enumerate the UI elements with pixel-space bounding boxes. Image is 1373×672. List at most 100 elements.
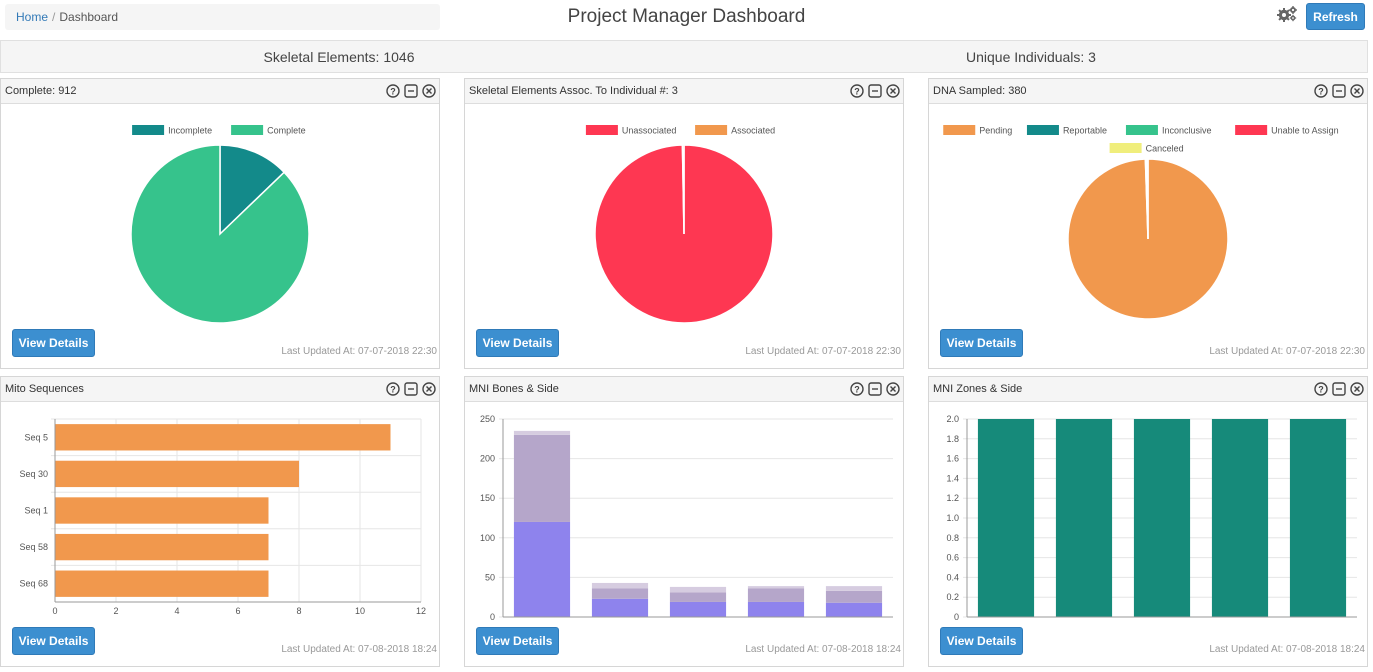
bar-segment-3[interactable]	[591, 582, 649, 589]
help-icon[interactable]: ?	[1314, 84, 1328, 98]
breadcrumb-separator: /	[52, 10, 56, 24]
panel-title: Mito Sequences	[5, 383, 84, 395]
cogs-icon[interactable]	[1276, 5, 1298, 23]
help-icon[interactable]: ?	[1314, 382, 1328, 396]
y-tick-label: 1.0	[946, 513, 959, 523]
bar-segment-2[interactable]	[669, 592, 727, 602]
chart-area: 0 2 4 6 8 10 12 Seq 5 Seq 30 Seq 1 Seq 58 Seq 68	[1, 403, 439, 641]
y-tick-label: Seq 58	[19, 542, 48, 552]
panel-complete: Complete: 912 ? Incomplete Complete View …	[0, 78, 440, 369]
view-details-button[interactable]: View Details	[12, 627, 95, 655]
bar-segment-3[interactable]	[669, 586, 727, 593]
minimize-icon[interactable]	[868, 84, 882, 98]
y-tick-label: 0	[490, 612, 495, 622]
close-icon[interactable]	[422, 382, 436, 396]
bar-segment-3[interactable]	[747, 586, 805, 589]
y-tick-label: 200	[480, 454, 495, 464]
pie-chart: Unassociated Associated	[585, 125, 775, 324]
view-details-button[interactable]: View Details	[476, 627, 559, 655]
x-tick-label: 2	[113, 606, 118, 616]
y-tick-label: 2.0	[946, 414, 959, 424]
y-tick-label: Seq 68	[19, 579, 48, 589]
y-tick-label: Seq 5	[24, 432, 48, 442]
bar-seq-30[interactable]	[55, 460, 299, 488]
horizontal-bar-chart: 0 2 4 6 8 10 12 Seq 5 Seq 30 Seq 1 Seq 58 Seq 68	[19, 418, 426, 616]
panel-title: Complete: 912	[5, 85, 77, 97]
legend-label[interactable]: Unassociated	[622, 126, 677, 136]
bar[interactable]	[977, 419, 1035, 617]
legend-swatch[interactable]	[585, 125, 618, 135]
x-tick-label: 6	[235, 606, 240, 616]
minimize-icon[interactable]	[404, 84, 418, 98]
bar-seq-5[interactable]	[55, 424, 391, 451]
help-icon[interactable]: ?	[850, 382, 864, 396]
panel-header: MNI Zones & Side ?	[929, 377, 1367, 402]
bar[interactable]	[1133, 419, 1191, 617]
breadcrumb-home-link[interactable]: Home	[16, 10, 48, 24]
bar-segment-2[interactable]	[513, 434, 571, 522]
bar-segment-3[interactable]	[513, 430, 571, 435]
legend-swatch[interactable]	[1125, 125, 1158, 135]
minimize-icon[interactable]	[1332, 84, 1346, 98]
legend-label[interactable]: Incomplete	[168, 126, 212, 136]
legend-swatch[interactable]	[943, 125, 976, 135]
y-tick-label: 1.2	[946, 493, 959, 503]
chart-area: 0 50 100 150 200 250	[465, 403, 903, 641]
legend-label[interactable]: Associated	[731, 126, 775, 136]
legend-swatch[interactable]	[695, 125, 728, 135]
bar-segment-1[interactable]	[669, 601, 727, 617]
svg-text:?: ?	[390, 87, 396, 97]
legend-label[interactable]: Canceled	[1146, 144, 1184, 154]
svg-text:?: ?	[390, 385, 396, 395]
panel-controls: ?	[386, 382, 436, 397]
legend-label[interactable]: Inconclusive	[1162, 126, 1212, 136]
bar-seq-58[interactable]	[55, 533, 269, 561]
view-details-button[interactable]: View Details	[476, 329, 559, 357]
legend-label[interactable]: Pending	[979, 126, 1012, 136]
minimize-icon[interactable]	[1332, 382, 1346, 396]
bar-seq-68[interactable]	[55, 570, 269, 597]
bar-segment-1[interactable]	[513, 521, 571, 617]
top-bar: Home / Dashboard Project Manager Dashboard…	[0, 0, 1373, 36]
bar-seq-1[interactable]	[55, 497, 269, 524]
legend-swatch[interactable]	[132, 125, 165, 135]
panel-dna-sampled: DNA Sampled: 380 ? Pending Reportable Inco…	[928, 78, 1368, 369]
bar-segment-1[interactable]	[825, 602, 883, 617]
y-tick-label: 0.4	[946, 572, 959, 582]
legend-label[interactable]: Unable to Assign	[1271, 126, 1339, 136]
view-details-button[interactable]: View Details	[940, 627, 1023, 655]
bar[interactable]	[1055, 419, 1113, 617]
legend-swatch[interactable]	[231, 125, 264, 135]
legend-label[interactable]: Reportable	[1063, 126, 1107, 136]
refresh-button[interactable]: Refresh	[1306, 3, 1365, 30]
minimize-icon[interactable]	[404, 382, 418, 396]
panel-controls: ?	[850, 84, 900, 99]
legend-swatch[interactable]	[1235, 125, 1268, 135]
close-icon[interactable]	[422, 84, 436, 98]
legend-swatch[interactable]	[1109, 143, 1142, 153]
bar-segment-3[interactable]	[825, 586, 883, 591]
bar-segment-2[interactable]	[591, 588, 649, 599]
close-icon[interactable]	[1350, 84, 1364, 98]
bar-segment-2[interactable]	[825, 590, 883, 603]
bar[interactable]	[1211, 419, 1269, 617]
help-icon[interactable]: ?	[386, 382, 400, 396]
legend-swatch[interactable]	[1026, 125, 1059, 135]
panel-title: DNA Sampled: 380	[933, 85, 1027, 97]
help-icon[interactable]: ?	[850, 84, 864, 98]
minimize-icon[interactable]	[868, 382, 882, 396]
close-icon[interactable]	[1350, 382, 1364, 396]
chart-area: 0 0.2 0.4 0.6 0.8 1.0 1.2 1.4 1.6 1.8 2.0	[929, 403, 1367, 641]
svg-text:?: ?	[1318, 87, 1324, 97]
bar[interactable]	[1289, 419, 1347, 617]
help-icon[interactable]: ?	[386, 84, 400, 98]
bar-segment-2[interactable]	[747, 588, 805, 602]
close-icon[interactable]	[886, 382, 900, 396]
bar-segment-1[interactable]	[747, 601, 805, 617]
close-icon[interactable]	[886, 84, 900, 98]
x-tick-label: 4	[174, 606, 179, 616]
bar-segment-1[interactable]	[591, 598, 649, 617]
view-details-button[interactable]: View Details	[12, 329, 95, 357]
legend-label[interactable]: Complete	[267, 126, 306, 136]
view-details-button[interactable]: View Details	[940, 329, 1023, 357]
